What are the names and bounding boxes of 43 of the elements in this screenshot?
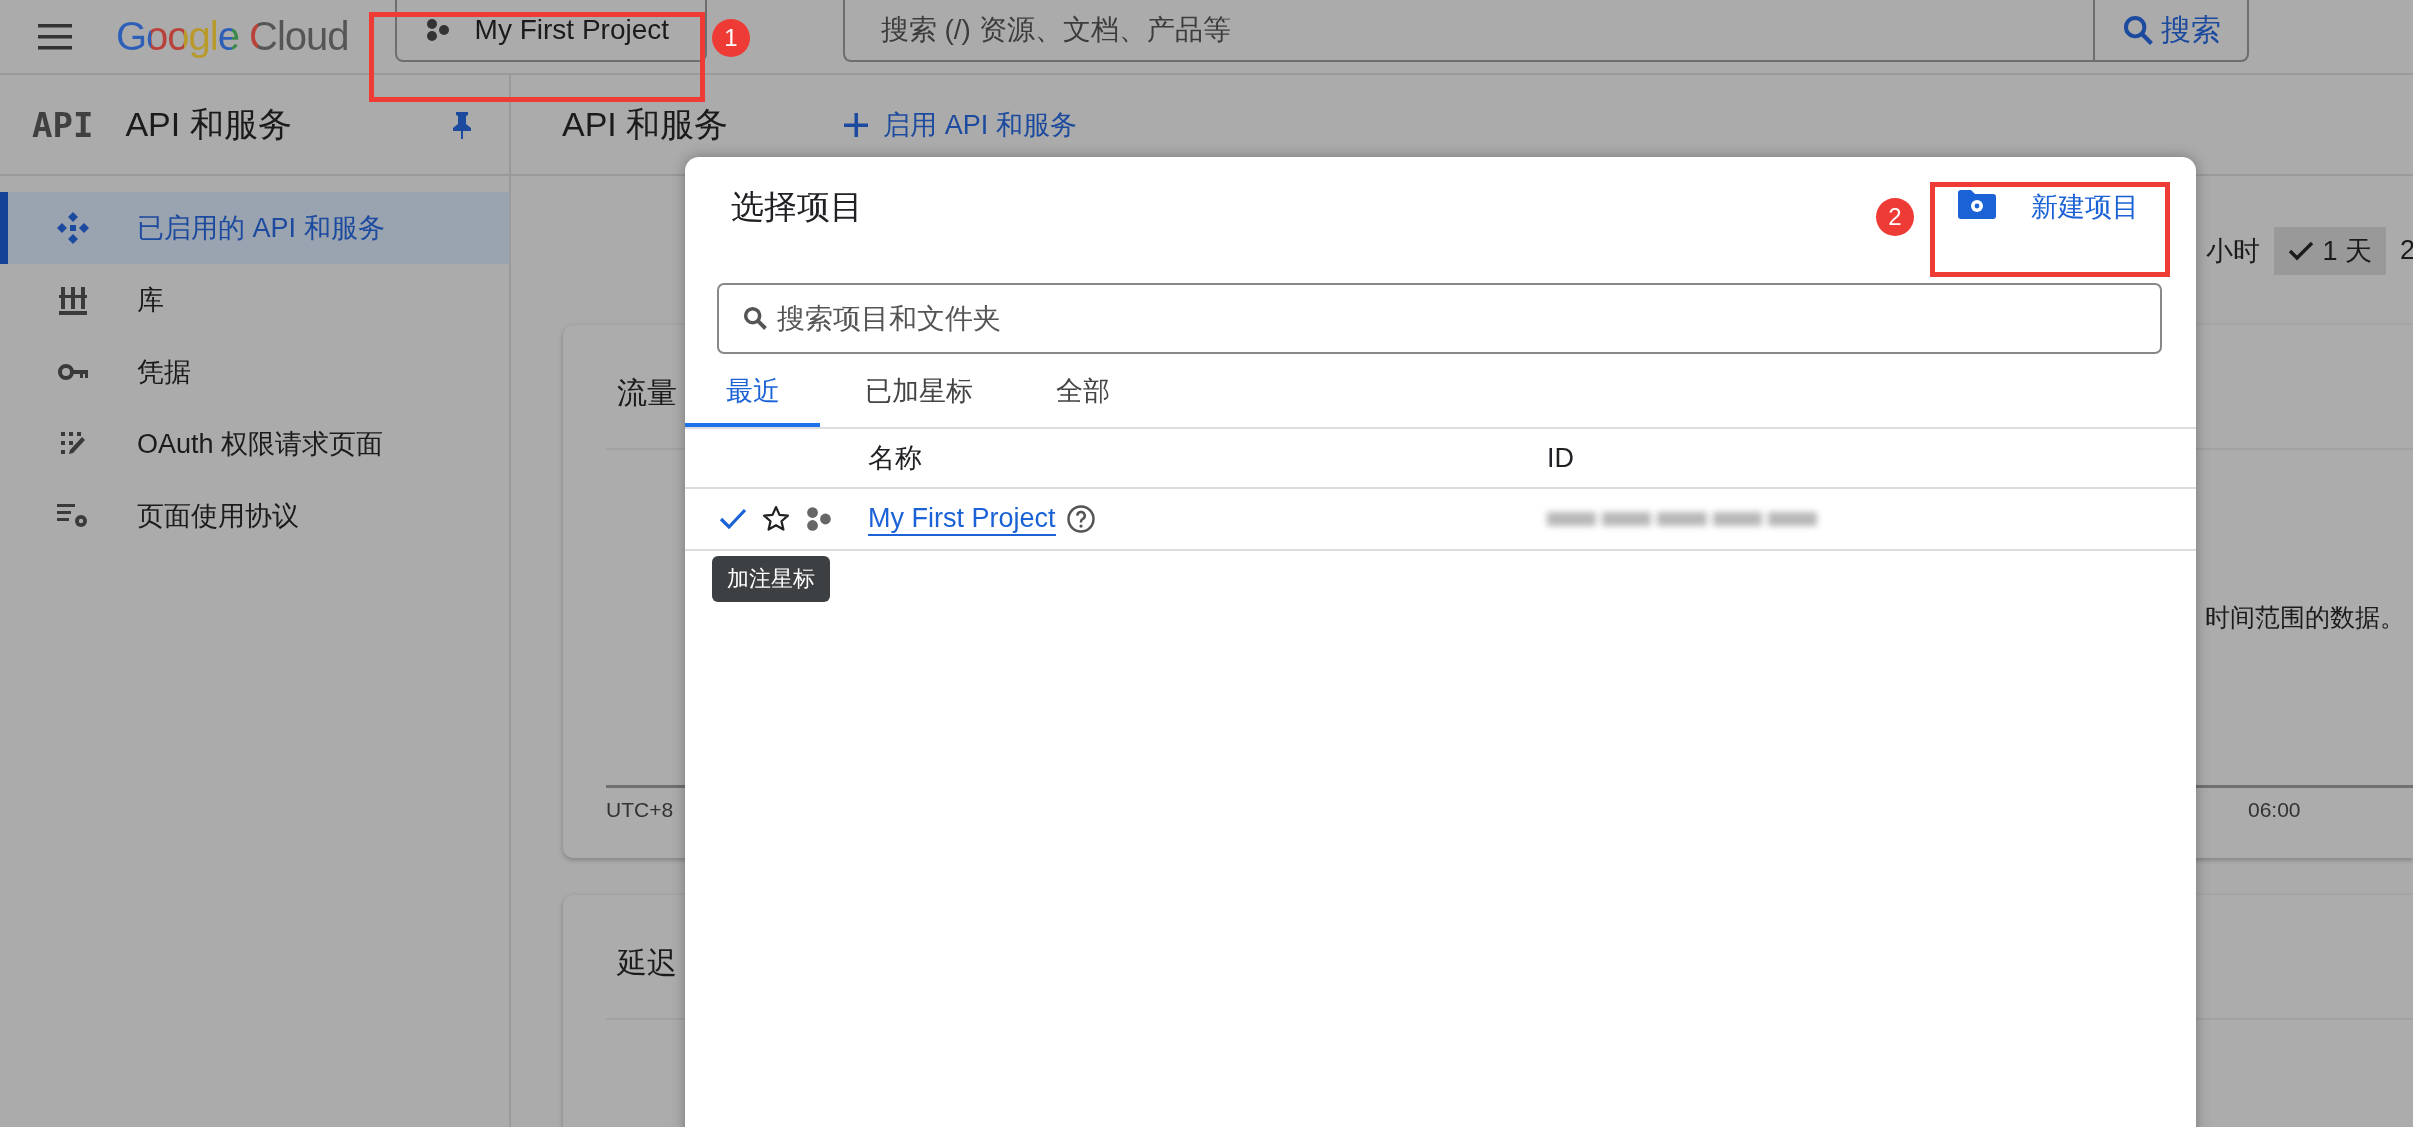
card-title: 延迟 xyxy=(617,945,677,981)
project-link[interactable]: My First Project xyxy=(868,502,1056,536)
axis-label: 06:00 xyxy=(2248,798,2301,822)
dialog-title: 选择项目 xyxy=(731,187,863,227)
step-badge: 1 xyxy=(712,19,750,57)
enable-api-button[interactable]: 启用 API 和服务 xyxy=(843,106,1077,143)
sidebar-item[interactable]: OAuth 权限请求页面 xyxy=(0,408,509,480)
plus-icon xyxy=(843,111,870,138)
library-icon xyxy=(56,285,90,315)
pin-icon[interactable] xyxy=(451,109,473,140)
page-title: API 和服务 xyxy=(562,103,729,145)
folder-gear-icon xyxy=(1958,189,1996,219)
card-title: 流量 xyxy=(617,375,677,411)
api-logo: API xyxy=(32,104,94,145)
diamond-icon xyxy=(56,211,90,245)
time-range-chip[interactable]: 小时 xyxy=(2202,226,2265,275)
help-icon[interactable] xyxy=(1065,504,1096,534)
key-icon xyxy=(56,363,90,381)
time-range-chip[interactable]: 1 天 xyxy=(2274,226,2386,275)
project-selector[interactable]: My First Project xyxy=(394,0,707,62)
menu-icon[interactable] xyxy=(38,23,72,50)
axis-label: UTC+8 xyxy=(606,798,674,822)
time-range-chip[interactable]: 2 xyxy=(2395,226,2413,275)
search-field[interactable]: 搜索 (/) 资源、文档、产品等 xyxy=(842,0,2093,62)
star-icon[interactable] xyxy=(761,504,791,534)
check-icon xyxy=(2288,239,2315,262)
column-header: 名称 xyxy=(868,442,923,475)
hexagons-icon xyxy=(805,506,833,532)
project-search-field[interactable]: 搜索项目和文件夹 xyxy=(717,283,2162,354)
search-button[interactable]: 搜索 xyxy=(2092,0,2249,62)
sidebar-item[interactable]: 页面使用协议 xyxy=(0,480,509,552)
tooltip: 加注星标 xyxy=(712,556,830,602)
sidebar-item[interactable]: 库 xyxy=(0,264,509,336)
new-project-button[interactable]: 新建项目 xyxy=(1958,189,2139,225)
hexagons-icon xyxy=(424,18,451,42)
dialog-tab[interactable]: 全部 xyxy=(1018,355,1148,427)
sidebar-item[interactable]: 凭据 xyxy=(0,336,509,408)
empty-message: 时间范围的数据。 xyxy=(2205,602,2405,633)
list-gear-icon xyxy=(56,503,90,529)
dialog-tab[interactable]: 已加星标 xyxy=(820,355,1018,427)
sidebar-title: API 和服务 xyxy=(125,103,292,145)
column-header: ID xyxy=(1547,442,1575,474)
dialog-tab[interactable]: 最近 xyxy=(685,355,820,427)
